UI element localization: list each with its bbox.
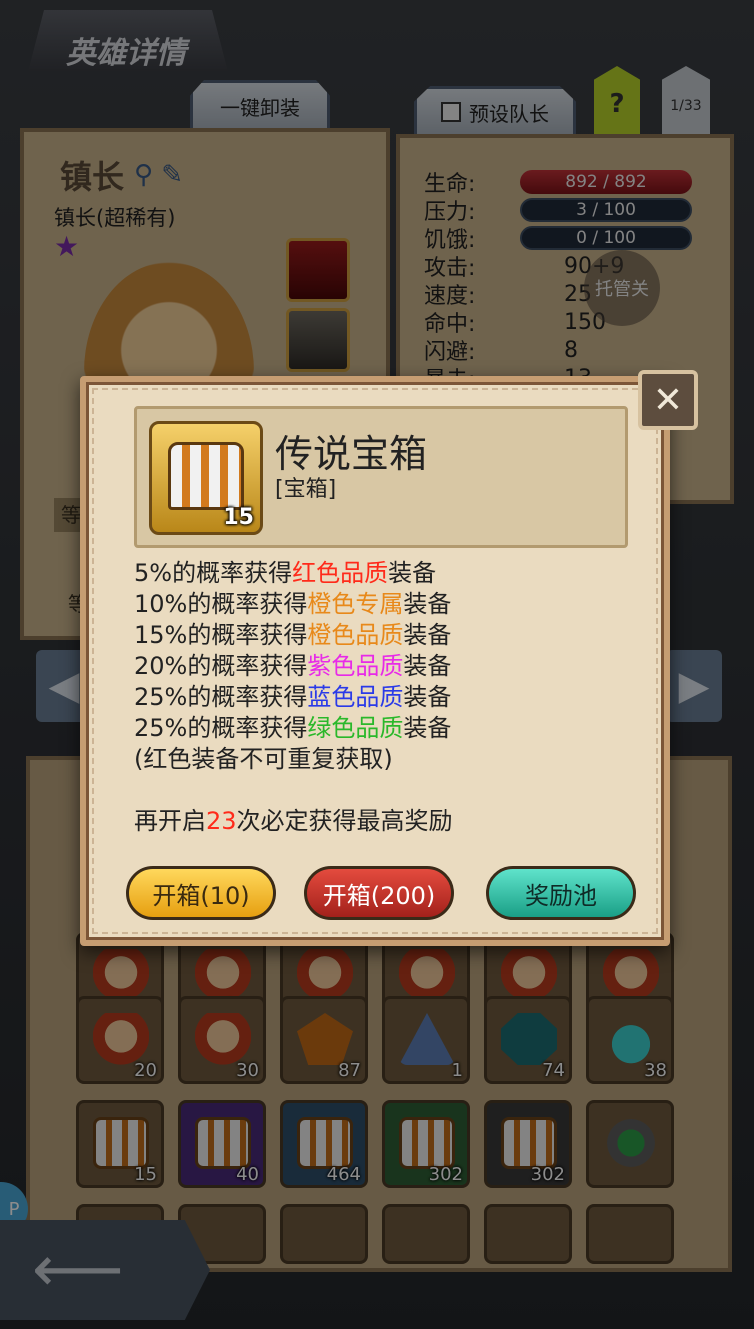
dialog-actions: 开箱(10) 开箱(200) 奖励池	[122, 866, 642, 922]
drop-note: (红色装备不可重复获取)	[134, 745, 393, 773]
drop-rate-line: 25%的概率获得绿色品质装备	[134, 714, 452, 742]
open-10-button[interactable]: 开箱(10)	[126, 866, 276, 920]
reward-pool-button[interactable]: 奖励池	[486, 866, 636, 920]
item-count: 15	[223, 505, 254, 530]
drop-rate-line: 25%的概率获得蓝色品质装备	[134, 683, 452, 711]
drop-rate-line: 5%的概率获得红色品质装备	[134, 559, 437, 587]
chest-detail-dialog: ✕ 15 传说宝箱 [宝箱] 5%的概率获得红色品质装备 10%的概率获得橙色专…	[80, 370, 698, 946]
open-200-button[interactable]: 开箱(200)	[304, 866, 454, 920]
item-name: 传说宝箱	[275, 432, 428, 476]
drop-rate-line: 20%的概率获得紫色品质装备	[134, 652, 452, 680]
drop-rate-line: 15%的概率获得橙色品质装备	[134, 621, 452, 649]
chest-icon	[168, 442, 244, 510]
close-icon[interactable]: ✕	[638, 370, 698, 430]
drop-rate-list: 5%的概率获得红色品质装备 10%的概率获得橙色专属装备 15%的概率获得橙色品…	[134, 558, 634, 837]
guarantee-text: 再开启23次必定获得最高奖励	[134, 807, 453, 835]
item-type: [宝箱]	[275, 477, 337, 502]
legendary-chest-icon: 15	[149, 421, 263, 535]
drop-rate-line: 10%的概率获得橙色专属装备	[134, 590, 452, 618]
item-card: 15 传说宝箱 [宝箱]	[134, 406, 628, 548]
guarantee-count: 23	[206, 807, 237, 835]
